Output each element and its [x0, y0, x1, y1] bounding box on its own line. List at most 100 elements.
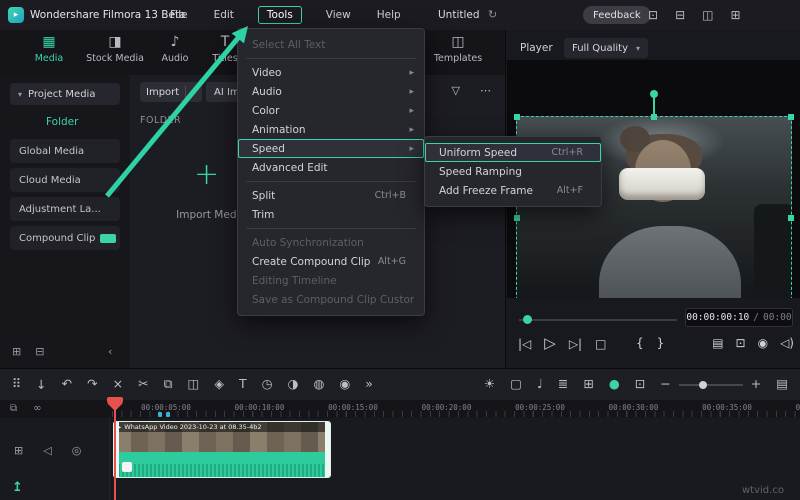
new-folder-icon[interactable]: ⊞ [12, 345, 21, 358]
menu-help[interactable]: Help [375, 7, 403, 23]
import-button[interactable]: Import ▾ [140, 82, 202, 102]
folder-link[interactable]: Folder [46, 116, 78, 128]
selection-handle[interactable] [788, 114, 794, 120]
filter-icon[interactable]: ▽ [452, 84, 460, 97]
menu-item-advanced-edit[interactable]: Advanced Edit [238, 158, 424, 177]
menu-item-uniform-speed[interactable]: Uniform SpeedCtrl+R [425, 143, 601, 162]
mute-track-icon[interactable]: ◁ [43, 444, 51, 457]
copy-icon[interactable]: ⧉ [10, 403, 17, 414]
share-icon[interactable]: ↥ [12, 480, 23, 495]
library-item-global-media[interactable]: Global Media [10, 139, 120, 163]
tab-templates[interactable]: ◫Templates [428, 34, 488, 64]
clip-waveform [114, 464, 330, 477]
tab-stock-media[interactable]: ◨Stock Media [82, 34, 148, 64]
apps-icon[interactable]: ⠿ [12, 378, 21, 391]
delete-folder-icon[interactable]: ⊟ [35, 345, 44, 358]
timeline-marker[interactable] [158, 412, 162, 417]
menu-item-speed[interactable]: Speed▸ [238, 139, 424, 158]
menu-item-trim[interactable]: Trim [238, 205, 424, 224]
zoom-out-icon[interactable]: − [660, 378, 670, 391]
library-item-compound-clip[interactable]: Compound Clip [10, 226, 120, 250]
crop-icon[interactable]: ⧉ [164, 378, 173, 391]
text-tool-icon[interactable]: T [239, 378, 247, 391]
stop-icon[interactable]: □ [595, 337, 606, 351]
import-plus-button[interactable]: + [194, 157, 219, 192]
quick-export-icon[interactable]: ● [609, 378, 620, 391]
hide-track-icon[interactable]: ◎ [72, 444, 82, 457]
prev-frame-icon[interactable]: |◁ [518, 337, 531, 351]
screen-record-icon[interactable]: ⊞ [583, 378, 593, 391]
sync-icon[interactable]: ↻ [488, 8, 497, 21]
mark-in-icon[interactable]: { [636, 336, 644, 350]
grid-icon[interactable]: ⊞ [730, 9, 740, 21]
mask-icon[interactable]: ▢ [510, 378, 522, 391]
clip-audio-band [114, 452, 330, 477]
menu-item-animation[interactable]: Animation▸ [238, 120, 424, 139]
menu-tools[interactable]: Tools [258, 6, 302, 24]
tab-label: Audio [161, 53, 188, 64]
fullscreen-icon[interactable]: ⊡ [736, 336, 746, 350]
select-tool-icon[interactable]: ↖ [33, 376, 49, 392]
playhead-line[interactable] [114, 400, 116, 500]
cut-icon[interactable]: ✂ [138, 378, 148, 391]
menu-item-create-compound-clip[interactable]: Create Compound ClipAlt+G [238, 252, 424, 271]
menu-item-color[interactable]: Color▸ [238, 101, 424, 120]
zoom-slider[interactable] [679, 384, 743, 386]
library-item-adjustment-la[interactable]: Adjustment La... [10, 197, 120, 221]
fit-timeline-icon[interactable]: ⊡ [635, 378, 645, 391]
zoom-slider-knob[interactable] [699, 381, 707, 389]
tab-media[interactable]: ▦Media [20, 34, 78, 64]
more-tools-icon[interactable]: » [365, 378, 373, 391]
menu-view[interactable]: View [324, 7, 353, 23]
layout-icon[interactable]: ◫ [702, 9, 713, 21]
selection-handle[interactable] [788, 215, 794, 221]
speed-tool-icon[interactable]: ◷ [262, 378, 273, 391]
timeline-marker[interactable] [166, 412, 170, 417]
selection-handle[interactable] [651, 114, 657, 120]
rotation-handle[interactable] [650, 90, 658, 98]
more-icon[interactable]: ⋯ [480, 84, 491, 97]
volume-icon[interactable]: ◁) [780, 336, 794, 350]
quality-dropdown[interactable]: Full Quality ▾ [564, 38, 648, 58]
menu-item-audio[interactable]: Audio▸ [238, 82, 424, 101]
enhance-icon[interactable]: ☀ [484, 378, 495, 391]
menu-file[interactable]: File [168, 7, 190, 23]
menu-item-split[interactable]: SplitCtrl+B [238, 186, 424, 205]
tab-audio[interactable]: ♪Audio [150, 34, 200, 64]
keyframe-icon[interactable]: ◈ [214, 378, 224, 391]
zoom-in-icon[interactable]: + [751, 378, 761, 391]
save-icon[interactable]: ⊟ [675, 9, 685, 21]
voiceover-icon[interactable]: ♩ [537, 378, 543, 391]
menu-item-speed-ramping[interactable]: Speed Ramping [425, 162, 601, 181]
record-icon[interactable]: ◉ [339, 378, 350, 391]
color-tool-icon[interactable]: ◑ [288, 378, 299, 391]
collapse-panel-icon[interactable]: ‹ [108, 345, 112, 358]
play-icon[interactable]: ▷ [544, 334, 556, 352]
library-item-cloud-media[interactable]: Cloud Media [10, 168, 120, 192]
selection-handle[interactable] [514, 215, 520, 221]
undo-icon[interactable]: ↶ [62, 378, 72, 391]
scrubber-track[interactable] [519, 319, 677, 321]
chroma-key-icon[interactable]: ◍ [313, 378, 324, 391]
mixer-icon[interactable]: ≣ [558, 378, 568, 391]
redo-icon[interactable]: ↷ [87, 378, 97, 391]
render-preview-icon[interactable]: ▤ [712, 336, 723, 350]
track-manager-icon[interactable]: ▤ [776, 378, 788, 391]
monitor-icon[interactable]: ⊡ [648, 9, 658, 21]
feedback-button[interactable]: Feedback [583, 6, 651, 24]
mark-out-icon[interactable]: } [657, 336, 665, 350]
link-icon[interactable]: ∞ [33, 403, 41, 414]
next-frame-icon[interactable]: ▷| [569, 337, 582, 351]
menu-edit[interactable]: Edit [212, 7, 236, 23]
clip-trim-handle-right[interactable] [325, 422, 330, 477]
transition-icon[interactable]: ◫ [188, 378, 200, 391]
menu-item-add-freeze-frame[interactable]: Add Freeze FrameAlt+F [425, 181, 601, 200]
video-clip[interactable]: ▸ WhatsApp Video 2023-10-23 at 08.35-4b2 [113, 421, 331, 478]
selection-handle[interactable] [514, 114, 520, 120]
snapshot-icon[interactable]: ◉ [758, 336, 768, 350]
scrubber-knob[interactable] [523, 315, 532, 324]
delete-icon[interactable]: × [113, 378, 123, 391]
menu-item-video[interactable]: Video▸ [238, 63, 424, 82]
project-media-dropdown[interactable]: ▾ Project Media [10, 83, 120, 105]
add-track-icon[interactable]: ⊞ [14, 444, 23, 457]
